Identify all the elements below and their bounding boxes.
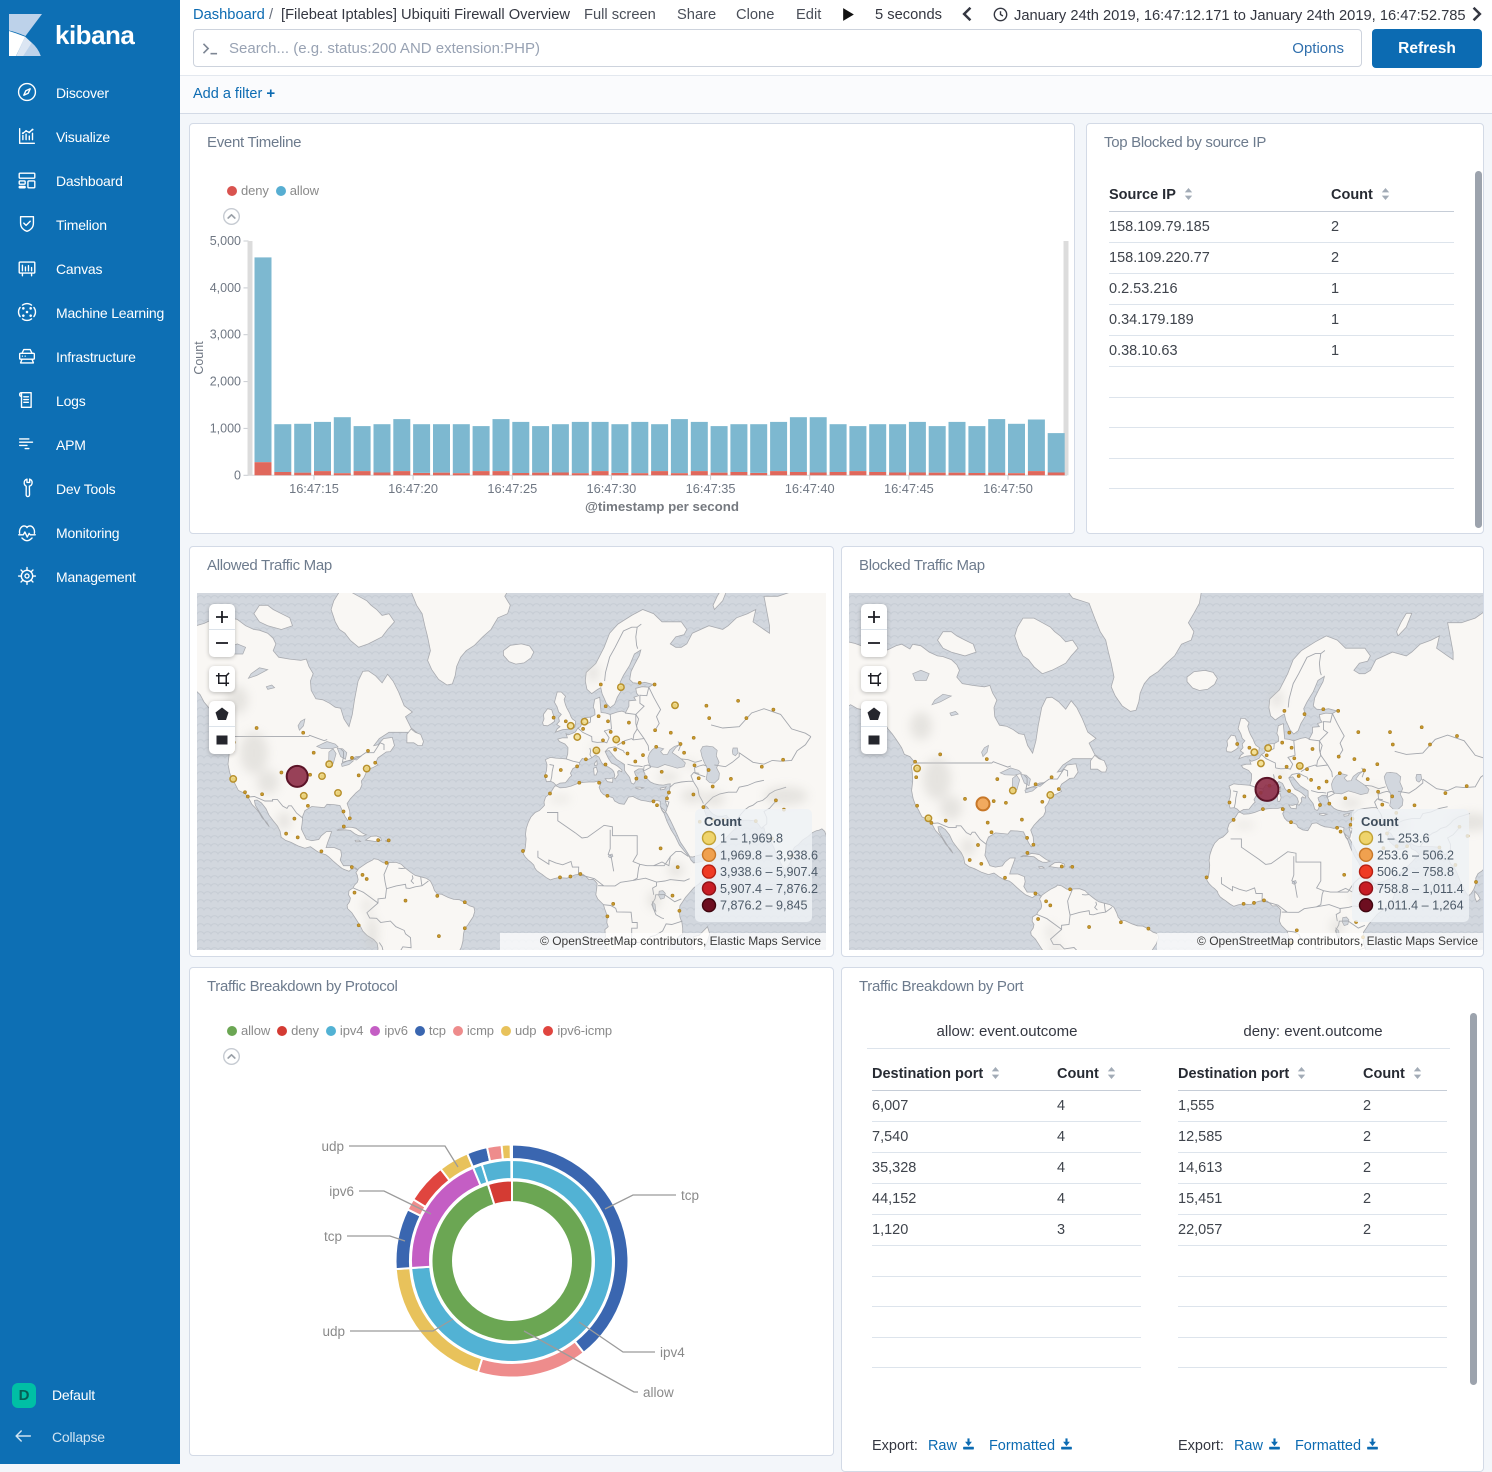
svg-text:1 – 253.6: 1 – 253.6 [1377,832,1430,846]
svg-text:5,000: 5,000 [210,234,241,248]
svg-text:16:47:25: 16:47:25 [487,481,537,496]
svg-text:Count: Count [192,341,206,375]
svg-text:3,000: 3,000 [210,328,241,342]
svg-text:16:47:30: 16:47:30 [586,481,636,496]
svg-text:1 – 1,969.8: 1 – 1,969.8 [720,832,783,846]
svg-text:16:47:20: 16:47:20 [388,481,438,496]
svg-text:Count: Count [704,814,742,829]
svg-text:253.6 – 506.2: 253.6 – 506.2 [1377,848,1454,862]
svg-text:© OpenStreetMap contributors,: © OpenStreetMap contributors, Elastic Ma… [540,934,821,948]
svg-text:0: 0 [234,468,241,482]
svg-text:1,011.4 – 1,264: 1,011.4 – 1,264 [1377,899,1464,913]
svg-text:udp: udp [322,1324,345,1339]
svg-text:udp: udp [321,1139,344,1154]
svg-text:758.8 – 1,011.4: 758.8 – 1,011.4 [1377,882,1464,896]
svg-text:tcp: tcp [324,1229,342,1244]
svg-text:5,907.4 – 7,876.2: 5,907.4 – 7,876.2 [720,882,818,896]
svg-text:@timestamp per second: @timestamp per second [585,499,739,514]
svg-text:16:47:50: 16:47:50 [983,481,1033,496]
svg-text:506.2 – 758.8: 506.2 – 758.8 [1377,865,1454,879]
svg-text:1,969.8 – 3,938.6: 1,969.8 – 3,938.6 [720,848,818,862]
svg-text:2,000: 2,000 [210,375,241,389]
svg-text:7,876.2 – 9,845: 7,876.2 – 9,845 [720,899,808,913]
svg-text:allow: allow [643,1385,674,1400]
svg-text:© OpenStreetMap contributors,: © OpenStreetMap contributors, Elastic Ma… [1197,934,1478,948]
svg-text:16:47:35: 16:47:35 [686,481,736,496]
svg-text:tcp: tcp [681,1188,699,1203]
svg-text:16:47:15: 16:47:15 [289,481,339,496]
svg-text:4,000: 4,000 [210,281,241,295]
svg-text:16:47:45: 16:47:45 [884,481,934,496]
svg-text:ipv4: ipv4 [660,1345,685,1360]
svg-text:3,938.6 – 5,907.4: 3,938.6 – 5,907.4 [720,865,818,879]
svg-text:1,000: 1,000 [210,421,241,435]
svg-text:Count: Count [1361,814,1399,829]
svg-text:ipv6: ipv6 [329,1184,354,1199]
svg-text:16:47:40: 16:47:40 [785,481,835,496]
